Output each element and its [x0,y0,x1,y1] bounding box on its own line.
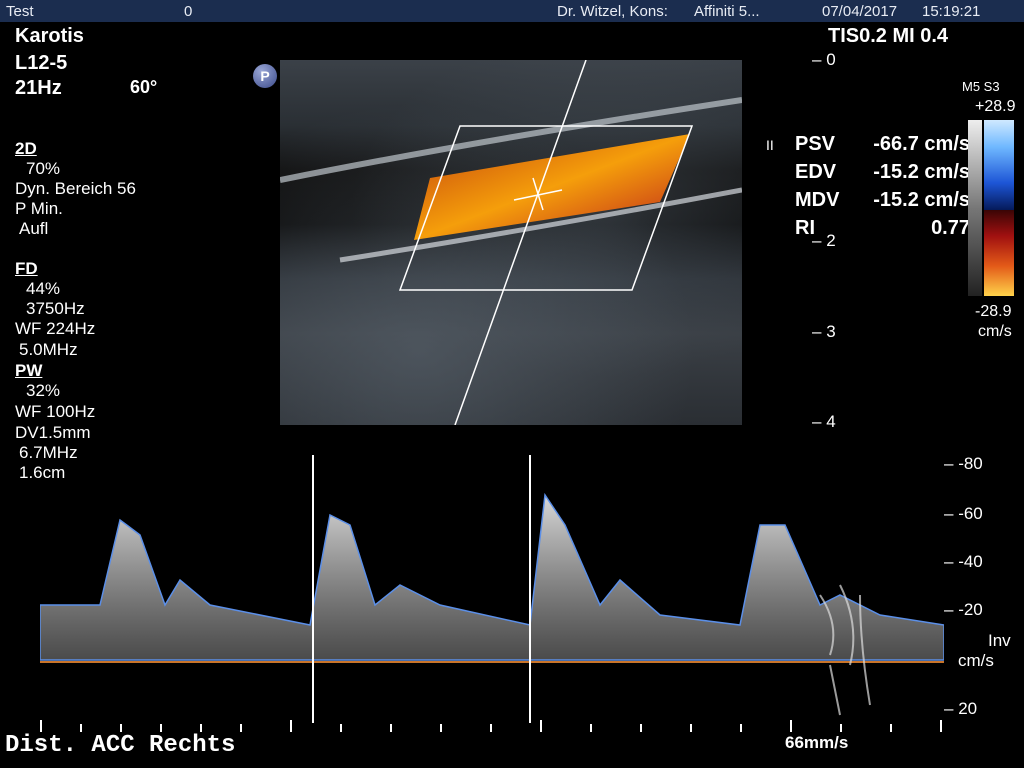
section-2d-title: 2D [15,139,37,158]
depth-scale-2: – 2 [812,231,836,250]
system-name: Affiniti 5... [694,3,760,20]
measurement-panel: PSV -66.7 cm/s EDV -15.2 cm/s MDV -15.2 … [795,132,970,244]
annotation-text[interactable]: Dist. ACC Rechts [5,734,235,758]
fd-prf: 3750Hz [26,299,85,318]
top-status-bar: Test 0 Dr. Witzel, Kons: Affiniti 5... 0… [0,0,1024,22]
measurement-edv: EDV -15.2 cm/s [795,161,970,183]
physician-name: Dr. Witzel, Kons: [557,3,668,20]
patient-id: 0 [184,3,193,20]
tis-mi-indicator: TIS0.2 MI 0.4 [828,25,949,47]
velocity-unit: cm/s [958,651,994,670]
velocity-scale-80: – -80 [944,454,983,473]
exam-time: 15:19:21 [922,3,981,20]
color-scale-min: -28.9 [975,303,1012,320]
sweep-speed: 66mm/s [785,733,849,752]
pause-marker: II [766,137,774,153]
doppler-spectrum [40,455,944,723]
depth-scale-0: – 0 [812,50,836,69]
bmode-image [279,59,743,426]
2d-dynamic-range: Dyn. Bereich 56 [15,179,136,198]
color-doppler-overlay [279,59,743,426]
pw-gain: 32% [26,381,61,400]
angle-label: 60° [130,77,158,97]
color-scale-positive [984,120,1014,210]
preset-label: Karotis [15,25,84,47]
grayscale-bar [968,120,982,296]
fd-gain: 44% [26,279,61,298]
velocity-scale-60: – -60 [944,504,983,523]
probe-label: L12-5 [15,52,68,74]
probe-orientation-badge[interactable]: P [253,64,277,88]
frame-rate-label: 21Hz [15,77,62,99]
color-map-label: M5 S3 [962,79,1000,94]
section-pw-title: PW [15,361,43,380]
patient-name: Test [6,3,34,20]
2d-pmode: P Min. [15,199,63,218]
color-scale-negative [984,210,1014,296]
measurement-psv: PSV -66.7 cm/s [795,133,970,155]
color-scale-max: +28.9 [975,98,1016,115]
spectrum-waveform [40,492,944,661]
velocity-scale-40: – -40 [944,552,983,571]
velocity-scale-pos20: – 20 [944,699,978,718]
pw-sample-volume: DV1.5mm [15,423,91,442]
2d-resolution: Aufl [19,219,49,238]
exam-date: 07/04/2017 [822,3,898,20]
depth-scale-4: – 4 [812,412,836,431]
color-scale-unit: cm/s [978,323,1012,340]
section-fd-title: FD [15,259,38,278]
pw-wall-filter: WF 100Hz [15,402,96,421]
velocity-unit-top: Inv [988,631,1011,650]
measurement-mdv: MDV -15.2 cm/s [795,189,970,211]
depth-scale-3: – 3 [812,322,836,341]
doppler-cursor-line [454,59,587,426]
velocity-scale-20: – -20 [944,600,983,619]
fd-frequency: 5.0MHz [19,340,78,359]
2d-gain: 70% [26,159,61,178]
fd-wall-filter: WF 224Hz [15,319,96,338]
